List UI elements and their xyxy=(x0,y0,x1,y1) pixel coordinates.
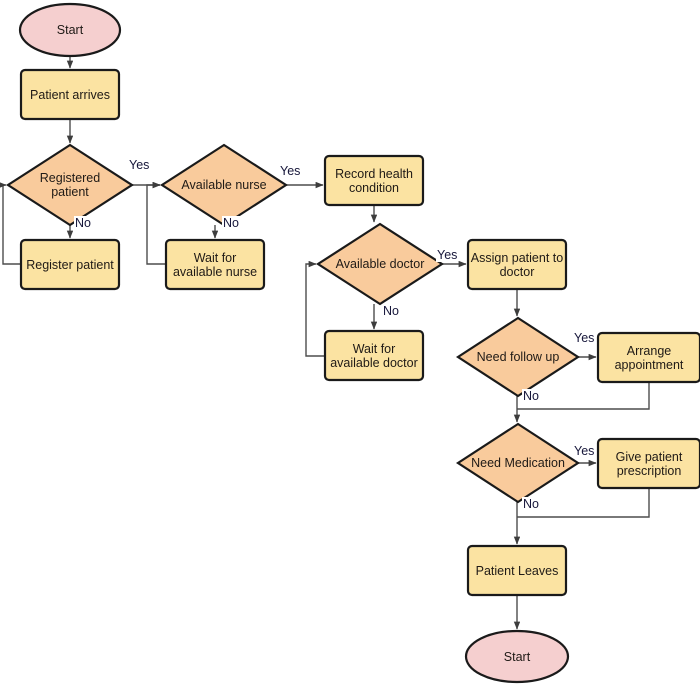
connector-register-loop-back xyxy=(0,181,21,265)
node-available_nurse[interactable] xyxy=(159,143,289,227)
node-patient_arrives[interactable] xyxy=(19,68,121,121)
node-assign_doctor[interactable] xyxy=(466,238,568,291)
connector-wait-nurse-loop-back xyxy=(146,181,166,265)
node-need_follow_up[interactable] xyxy=(455,316,581,398)
shape-layer xyxy=(5,2,700,684)
edge-label-nurse_yes: Yes xyxy=(279,164,302,178)
node-need_medication[interactable] xyxy=(455,422,581,504)
node-end[interactable] xyxy=(464,629,570,684)
edge-label-nurse_no: No xyxy=(222,216,240,230)
edge-label-medication_yes: Yes xyxy=(573,444,596,458)
node-register_patient[interactable] xyxy=(19,238,121,291)
edge-label-doctor_no: No xyxy=(382,304,400,318)
edge-label-follow_up_no: No xyxy=(522,389,540,403)
edge-label-registered_no: No xyxy=(74,216,92,230)
edge-label-doctor_yes: Yes xyxy=(436,248,459,262)
node-available_doctor[interactable] xyxy=(315,222,445,306)
flowchart-canvas: Start Patient arrives Registered patient Re… xyxy=(0,0,700,684)
connector-wait-doctor-loop-back xyxy=(305,260,325,357)
edge-label-registered_yes: Yes xyxy=(128,158,151,172)
node-registered_patient[interactable] xyxy=(5,143,135,227)
node-wait_doctor[interactable] xyxy=(323,329,425,382)
node-give_prescription[interactable] xyxy=(596,437,700,490)
node-wait_nurse[interactable] xyxy=(164,238,266,291)
edge-label-medication_no: No xyxy=(522,497,540,511)
node-patient_leaves[interactable] xyxy=(466,544,568,597)
edge-label-follow_up_yes: Yes xyxy=(573,331,596,345)
node-record_health[interactable] xyxy=(323,154,425,207)
node-arrange_appt[interactable] xyxy=(596,331,700,384)
node-start[interactable] xyxy=(18,2,122,58)
